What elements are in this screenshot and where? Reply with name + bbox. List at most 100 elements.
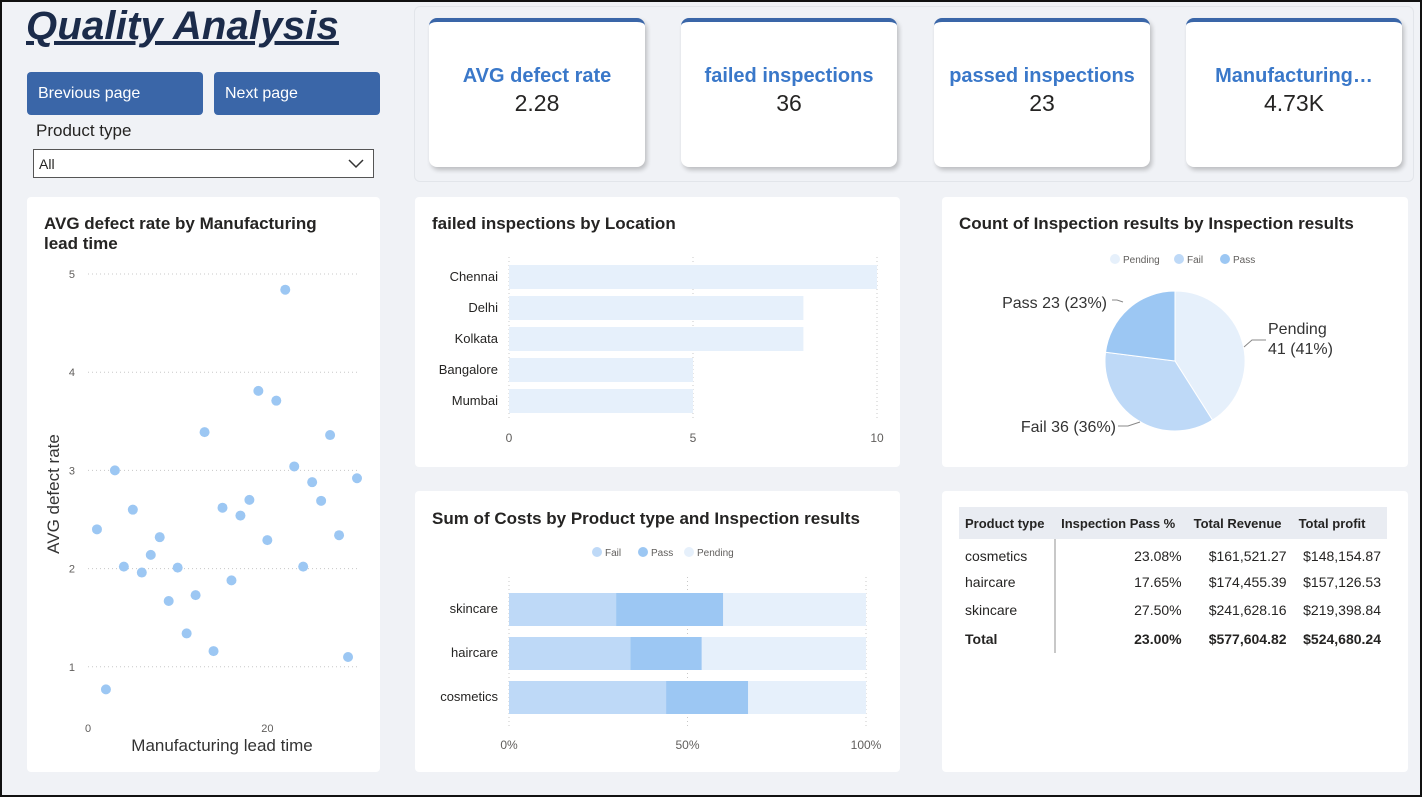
legend-marker (592, 547, 602, 557)
matrix-table-card: Product type Inspection Pass % Total Rev… (942, 491, 1408, 772)
legend-label: Fail (605, 548, 621, 559)
table-cell: 23.08% (1134, 548, 1182, 565)
matrix-table: Product type Inspection Pass % Total Rev… (959, 507, 1387, 653)
table-cell: $524,680.24 (1303, 630, 1381, 647)
table-cell: $174,455.39 (1208, 573, 1287, 590)
kpi-label: Manufacturing… (1215, 64, 1373, 87)
previous-page-button[interactable]: Brevious page (27, 72, 203, 115)
scatter-point (91, 524, 102, 535)
table-cell: $148,154.87 (1303, 548, 1381, 565)
scatter-point (100, 684, 111, 695)
scatter-point (352, 473, 362, 484)
table-cell: $577,604.82 (1208, 630, 1287, 647)
scatter-point (136, 567, 147, 578)
bar-segment (630, 637, 702, 670)
bar-segment (748, 681, 866, 714)
bar-segment (509, 681, 667, 714)
table-row[interactable]: skincare 27.50% $241,628.16 $219,398.84 (959, 596, 1387, 625)
scatter-point (235, 510, 246, 521)
table-row[interactable]: haircare 17.65% $174,455.39 $157,126.53 (959, 567, 1387, 596)
scatter-point (154, 532, 165, 543)
legend-label: Pass (1233, 255, 1255, 266)
y-tick-label: 3 (69, 465, 75, 477)
location-bar-chart-card: failed inspections by Location 0 5 10 Chenn… (415, 197, 900, 467)
bar-segment (723, 593, 866, 626)
legend-label: Pending (697, 548, 734, 559)
column-header[interactable]: Total Revenue (1187, 507, 1293, 539)
bar-segment (666, 681, 749, 714)
y-tick-label: 4 (69, 367, 75, 379)
table-cell: $161,521.27 (1208, 548, 1287, 565)
page-title: Quality Analysis (26, 4, 339, 48)
pie-chart-card: Count of Inspection results by Inspectio… (942, 197, 1408, 467)
slice-label: Pass 23 (23%) (1002, 295, 1107, 312)
category-label: Chennai (450, 269, 499, 284)
scatter-point (334, 530, 345, 541)
scatter-point (244, 494, 255, 505)
scatter-point (271, 395, 282, 406)
product-type-dropdown-value: All (39, 155, 55, 172)
table-cell: cosmetics (959, 539, 1057, 568)
bar (509, 327, 804, 351)
scatter-point (343, 651, 354, 662)
y-tick-label: 2 (69, 564, 75, 576)
category-label: cosmetics (440, 689, 498, 704)
scatter-point (226, 575, 237, 586)
table-cell: Total (959, 624, 1057, 653)
table-header-row: Product type Inspection Pass % Total Rev… (959, 507, 1387, 539)
legend-label: Pass (651, 548, 673, 559)
x-tick-label: 0% (500, 738, 518, 752)
scatter-point (145, 549, 156, 560)
kpi-card-failed-inspections: failed inspections 36 (681, 18, 897, 167)
column-header[interactable]: Total profit (1292, 507, 1387, 539)
column-header[interactable]: Inspection Pass % (1055, 507, 1188, 539)
slice-label: Pending (1268, 321, 1327, 338)
next-page-button[interactable]: Next page (214, 72, 380, 115)
pie-chart[interactable]: Pending Fail Pass Pending 41 (41%) Fail 36 (3… (942, 197, 1408, 467)
x-tick-label: 10 (870, 431, 884, 445)
kpi-value: 23 (1029, 89, 1055, 116)
column-header[interactable]: Product type (959, 507, 1056, 539)
product-type-dropdown[interactable]: All (33, 149, 374, 178)
x-tick-label: 5 (690, 431, 697, 445)
table-cell: $241,628.16 (1208, 602, 1287, 619)
legend-marker (1110, 254, 1120, 264)
scatter-point (307, 477, 318, 488)
scatter-point (325, 430, 336, 441)
x-tick-label: 50% (675, 738, 699, 752)
leader-line (1243, 339, 1266, 348)
category-label: haircare (451, 645, 498, 660)
legend-label: Fail (1187, 255, 1203, 266)
kpi-label: failed inspections (704, 64, 874, 87)
kpi-label: AVG defect rate (462, 64, 612, 87)
stacked-bar-chart[interactable]: Fail Pass Pending 0% 50% 100% skincare haircare… (415, 491, 900, 772)
stacked-bar-chart-card: Sum of Costs by Product type and Inspect… (415, 491, 900, 772)
kpi-label: passed inspections (949, 64, 1135, 87)
scatter-point (190, 590, 201, 601)
slice-label: 41 (41%) (1268, 341, 1333, 358)
table-cell: 27.50% (1134, 602, 1182, 619)
y-tick-label: 1 (69, 662, 75, 674)
scatter-point (127, 504, 138, 515)
slice-label: Fail 36 (36%) (1021, 419, 1116, 436)
scatter-point (217, 502, 228, 513)
scatter-point (181, 628, 192, 639)
table-row[interactable]: cosmetics 23.08% $161,521.27 $148,154.87 (959, 539, 1387, 568)
x-tick-label: 20 (261, 723, 273, 735)
x-tick-label: 0 (85, 723, 91, 735)
bar-segment (616, 593, 724, 626)
table-cell: haircare (959, 567, 1057, 596)
table-cell: skincare (959, 596, 1057, 625)
location-bar-chart[interactable]: 0 5 10 Chennai Delhi Kolkata Bangalore Mumbai (415, 197, 900, 467)
kpi-card-manufacturing: Manufacturing… 4.73K (1186, 18, 1402, 167)
kpi-card-passed-inspections: passed inspections 23 (934, 18, 1150, 167)
bar (509, 296, 804, 320)
scatter-point (298, 561, 309, 572)
scatter-point (109, 465, 120, 476)
bar-segment (509, 593, 617, 626)
x-axis-label: Manufacturing lead time (131, 736, 312, 755)
category-label: Mumbai (452, 393, 498, 408)
scatter-plot[interactable]: 1 2 3 4 5 0 20 Manufacturing lead time AVG def… (27, 197, 380, 772)
scatter-point (163, 596, 174, 607)
kpi-card-avg-defect-rate: AVG defect rate 2.28 (429, 18, 645, 167)
